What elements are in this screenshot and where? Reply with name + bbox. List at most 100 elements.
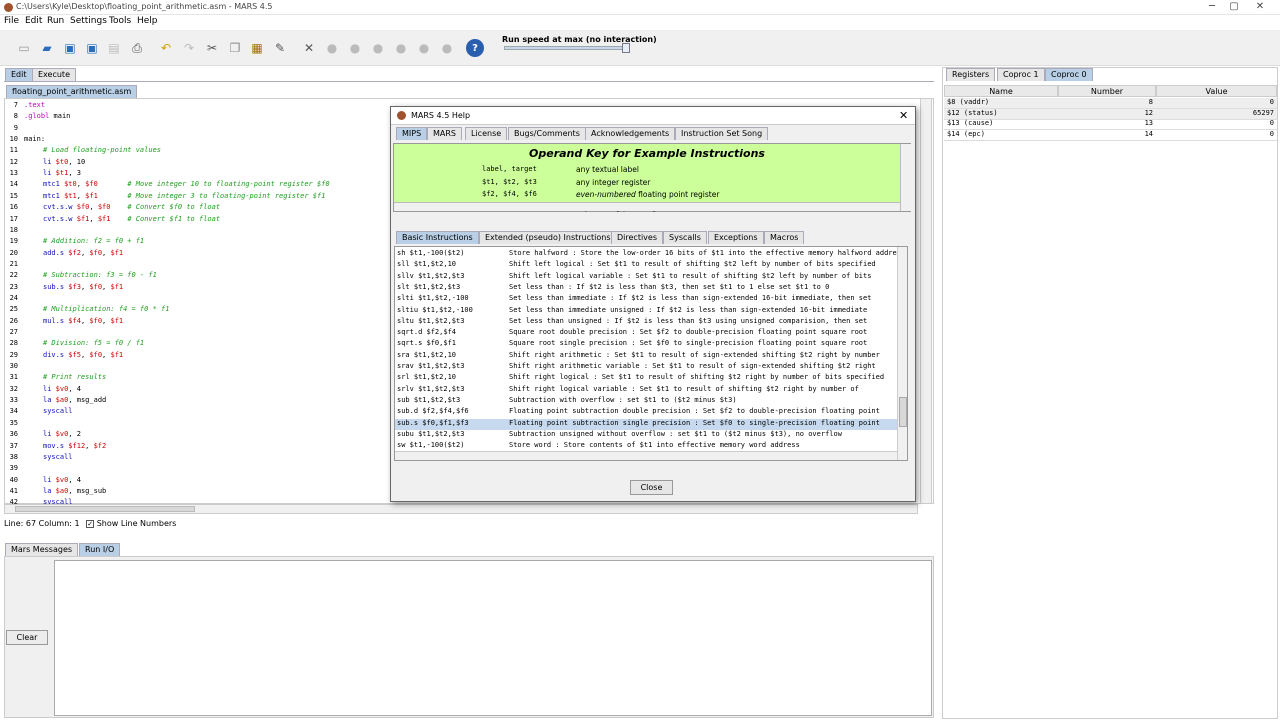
tab-mars-messages[interactable]: Mars Messages (5, 543, 79, 556)
instruction-row[interactable]: srlv $t1,$t2,$t3 Shift right logical vari… (395, 385, 897, 396)
code-line: li $v0, 4 (43, 385, 81, 393)
code-line: # Load floating-point values (43, 146, 161, 154)
help-subtab-directives[interactable]: Directives (611, 231, 663, 244)
tab-run-io[interactable]: Run I/O (79, 543, 121, 556)
reset-icon[interactable]: ● (437, 38, 457, 58)
paste-icon[interactable]: ▦ (247, 38, 267, 58)
open-file-icon[interactable]: ▰ (37, 38, 57, 58)
save-as-icon[interactable]: ▣ (82, 38, 102, 58)
operand-key-hscrollbar[interactable] (394, 202, 900, 211)
code-token: $a0 (55, 487, 69, 495)
show-line-numbers-checkbox[interactable]: ✓ (86, 520, 95, 528)
instruction-row[interactable]: slt $t1,$t2,$t3 Set less than : If $t2 is… (395, 283, 897, 294)
instruction-list-scrollbar[interactable] (897, 247, 907, 460)
run-speed-slider[interactable] (504, 46, 628, 50)
tab-coproc1[interactable]: Coproc 1 (997, 68, 1045, 81)
instruction-row[interactable]: sqrt.d $f2,$f4 Square root double precisi… (395, 328, 897, 339)
instruction-row[interactable]: sltu $t1,$t2,$t3 Set less than unsigned :… (395, 317, 897, 328)
step-icon[interactable]: ● (345, 38, 365, 58)
help-close-x[interactable]: ✕ (899, 109, 908, 122)
tab-execute[interactable]: Execute (32, 68, 76, 81)
instruction-row[interactable]: sltiu $t1,$t2,-100 Set less than immediat… (395, 306, 897, 317)
instruction-row[interactable]: sh $t1,-100($t2) Store halfword : Store t… (395, 249, 897, 260)
col-name-header[interactable]: Name (944, 85, 1058, 97)
code-line: # Addition: f2 = f0 + f1 (43, 237, 144, 245)
instruction-row[interactable]: sub.d $f2,$f4,$f6 Floating point subtract… (395, 407, 897, 418)
help-subtab-extended[interactable]: Extended (pseudo) Instructions (479, 231, 617, 244)
menu-tools[interactable]: Tools (109, 16, 131, 26)
help-tab-bugs[interactable]: Bugs/Comments (508, 127, 586, 140)
help-subtab-macros[interactable]: Macros (764, 231, 805, 244)
editor-vertical-scrollbar[interactable] (920, 98, 932, 504)
help-tab-mips[interactable]: MIPS (396, 127, 428, 140)
instruction-row[interactable]: sqrt.s $f0,$f1 Square root single precisi… (395, 339, 897, 350)
code-token: .globl (24, 112, 50, 120)
menu-run[interactable]: Run (47, 16, 64, 26)
instruction-syntax: sra $t1,$t2,10 (397, 350, 457, 359)
editor-horizontal-scrollbar[interactable] (4, 504, 918, 514)
code-line: cvt.s.w $f0, $f0 # Convert $f0 to float (43, 203, 220, 211)
print-icon[interactable]: ⎙ (127, 38, 147, 58)
tab-coproc0[interactable]: Coproc 0 (1045, 68, 1093, 81)
new-file-icon[interactable]: ▭ (14, 38, 34, 58)
instruction-row[interactable]: sll $t1,$t2,10 Shift left logical : Set $… (395, 260, 897, 271)
menu-settings[interactable]: Settings (70, 16, 107, 26)
cut-icon[interactable]: ✂ (202, 38, 222, 58)
scrollbar-thumb[interactable] (15, 506, 195, 512)
instruction-row[interactable]: slti $t1,$t2,-100 Set less than immediate… (395, 294, 897, 305)
code-line: li $v0, 2 (43, 430, 81, 438)
line-number: 11 (9, 146, 18, 154)
help-tab-mars[interactable]: MARS (427, 127, 463, 140)
save-icon[interactable]: ▣ (60, 38, 80, 58)
assemble-icon[interactable]: ✕ (299, 38, 319, 58)
scrollbar-thumb[interactable] (899, 397, 907, 427)
instruction-row[interactable]: sub.s $f0,$f1,$f3 Floating point subtract… (395, 418, 897, 430)
tab-edit[interactable]: Edit (5, 68, 33, 81)
operand-key-scrollbar[interactable] (900, 144, 911, 211)
help-subtab-syscalls[interactable]: Syscalls (663, 231, 707, 244)
close-window-button[interactable]: ✕ (1240, 0, 1280, 15)
run-io-output[interactable] (54, 560, 932, 716)
col-value-header[interactable]: Value (1156, 85, 1277, 97)
tab-registers[interactable]: Registers (946, 68, 996, 81)
instruction-row[interactable]: subu $t1,$t2,$t3 Subtraction unsigned wit… (395, 430, 897, 441)
instruction-syntax: srlv $t1,$t2,$t3 (397, 384, 465, 393)
menu-edit[interactable]: Edit (25, 16, 42, 26)
instruction-list[interactable]: sh $t1,-100($t2) Store halfword : Store t… (394, 246, 908, 461)
register-number: 12 (1058, 108, 1156, 120)
dump-icon[interactable]: ▤ (104, 38, 124, 58)
find-replace-icon[interactable]: ✎ (270, 38, 290, 58)
instruction-description: Subtraction with overflow : set $t1 to (… (509, 395, 737, 404)
instruction-description: Floating point subtraction single precis… (509, 418, 880, 427)
copy-icon[interactable]: ❐ (225, 38, 245, 58)
clear-button[interactable]: Clear (6, 630, 48, 645)
instruction-row[interactable]: sllv $t1,$t2,$t3 Shift left logical varia… (395, 272, 897, 283)
instruction-row[interactable]: sra $t1,$t2,10 Shift right arithmetic : S… (395, 351, 897, 362)
help-tab-acknowledgements[interactable]: Acknowledgements (585, 127, 676, 140)
stop-icon[interactable]: ● (414, 38, 434, 58)
run-icon[interactable]: ● (322, 38, 342, 58)
file-tab[interactable]: floating_point_arithmetic.asm (6, 85, 138, 98)
instruction-row[interactable]: srav $t1,$t2,$t3 Shift right arithmetic v… (395, 362, 897, 373)
run-speed-slider-thumb[interactable] (622, 43, 630, 53)
help-tab-song[interactable]: Instruction Set Song (675, 127, 769, 140)
operand-desc-text: any integer register (576, 177, 651, 187)
pause-icon[interactable]: ● (391, 38, 411, 58)
code-token: $f1 (110, 351, 124, 359)
menu-file[interactable]: File (4, 16, 19, 26)
help-subtab-exceptions[interactable]: Exceptions (708, 231, 764, 244)
operand-label: $f2, $f4, $f6 (482, 190, 537, 198)
help-tab-license[interactable]: License (465, 127, 508, 140)
instruction-list-hscrollbar[interactable] (395, 451, 897, 460)
menu-help[interactable]: Help (137, 16, 158, 26)
help-subtab-basic[interactable]: Basic Instructions (396, 231, 479, 244)
redo-icon[interactable]: ↷ (179, 38, 199, 58)
instruction-row[interactable]: srl $t1,$t2,10 Shift right logical : Set … (395, 373, 897, 384)
col-number-header[interactable]: Number (1058, 85, 1156, 97)
instruction-row[interactable]: sub $t1,$t2,$t3 Subtraction with overflow… (395, 396, 897, 407)
code-token: $f0 (76, 203, 90, 211)
help-icon[interactable]: ? (466, 39, 484, 57)
undo-icon[interactable]: ↶ (156, 38, 176, 58)
backstep-icon[interactable]: ● (368, 38, 388, 58)
help-close-button[interactable]: Close (630, 480, 673, 495)
